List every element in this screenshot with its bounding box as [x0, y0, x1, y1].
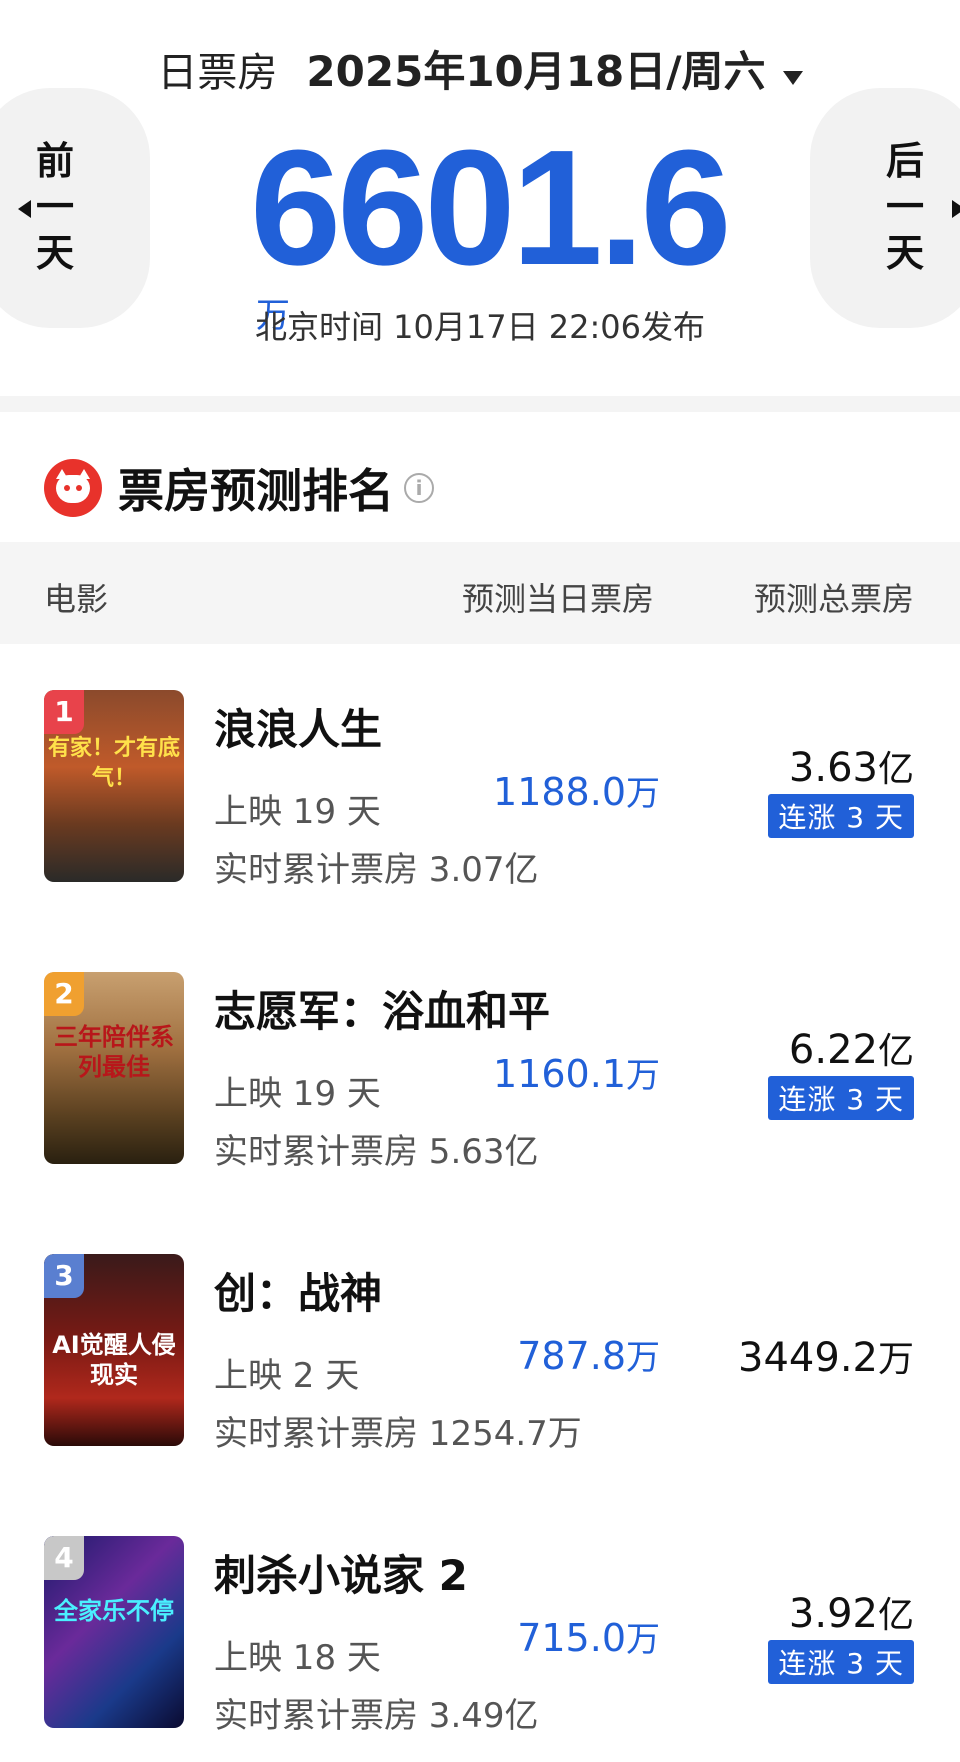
predicted-daily: 1188.0万	[493, 766, 660, 815]
daily-total-value: 6601.6	[250, 116, 732, 299]
next-day-label: 后一天	[885, 139, 924, 275]
movie-title: 刺杀小说家 2	[214, 1551, 468, 1600]
predicted-total: 3.92亿	[789, 1586, 914, 1638]
predicted-daily-value: 787.8	[517, 1334, 626, 1378]
predicted-total-unit: 亿	[877, 1595, 914, 1636]
predicted-daily-unit: 万	[626, 1338, 660, 1378]
rank-badge: 3	[44, 1254, 84, 1298]
maoyan-cat-icon	[44, 459, 102, 517]
column-movie: 电影	[44, 580, 109, 618]
predicted-total: 3449.2万	[738, 1330, 914, 1382]
cumulative-box-office: 实时累计票房 1254.7万	[214, 1414, 582, 1454]
poster-text: 全家乐不停	[54, 1597, 174, 1625]
predicted-daily: 1160.1万	[493, 1048, 660, 1097]
publish-info: 北京时间 10月17日 22:06发布	[254, 308, 705, 346]
predicted-daily-unit: 万	[626, 774, 660, 814]
movie-row[interactable]: AI觉醒人侵现实 3 创：战神 上映 2 天 实时累计票房 1254.7万 78…	[0, 1254, 960, 1454]
release-days: 上映 18 天	[214, 1638, 381, 1678]
table-header: 电影 预测当日票房 预测总票房	[0, 542, 960, 644]
release-days: 上映 19 天	[214, 792, 381, 832]
poster-text: AI觉醒人侵现实	[52, 1331, 176, 1389]
section-title: 票房预测排名	[118, 464, 394, 518]
movie-title: 创：战神	[214, 1269, 383, 1318]
section-divider	[0, 396, 960, 412]
movie-poster: 三年陪伴系列最佳 2	[44, 972, 184, 1164]
cumulative-box-office: 实时累计票房 5.63亿	[214, 1132, 539, 1172]
movie-poster: 全家乐不停 4	[44, 1536, 184, 1728]
predicted-total: 3.63亿	[789, 740, 914, 792]
movie-row[interactable]: 有家！才有底气！ 1 浪浪人生 上映 19 天 实时累计票房 3.07亿 118…	[0, 690, 960, 890]
column-predicted-daily[interactable]: 预测当日票房	[462, 574, 654, 620]
predicted-total: 6.22亿	[789, 1022, 914, 1074]
predicted-total-unit: 万	[877, 1339, 914, 1380]
predicted-daily-unit: 万	[626, 1056, 660, 1096]
poster-text: 有家！才有底气！	[47, 736, 180, 791]
predicted-total-unit: 亿	[877, 1031, 914, 1072]
date-text[interactable]: 2025年10月18日/周六	[306, 47, 765, 96]
release-days: 上映 19 天	[214, 1074, 381, 1114]
movie-title: 志愿军：浴血和平	[214, 987, 551, 1036]
section-header: 票房预测排名 i	[44, 458, 434, 518]
predicted-total-value: 3.63	[788, 745, 878, 791]
arrow-right-icon	[952, 200, 960, 218]
info-icon[interactable]: i	[404, 473, 434, 503]
cumulative-box-office: 实时累计票房 3.49亿	[214, 1696, 539, 1736]
rank-badge: 2	[44, 972, 84, 1016]
predicted-daily: 787.8万	[517, 1330, 660, 1379]
chevron-down-icon[interactable]	[782, 70, 803, 85]
rank-badge: 1	[44, 690, 84, 734]
movie-poster: AI觉醒人侵现实 3	[44, 1254, 184, 1446]
next-day-button[interactable]: 后一天	[810, 88, 960, 328]
previous-day-label: 前一天	[35, 139, 74, 275]
previous-day-button[interactable]: 前一天	[0, 88, 150, 328]
daily-box-office-label: 日票房	[157, 50, 278, 96]
arrow-left-icon	[18, 200, 31, 218]
poster-text: 三年陪伴系列最佳	[54, 1023, 174, 1081]
movie-row[interactable]: 全家乐不停 4 刺杀小说家 2 上映 18 天 实时累计票房 3.49亿 715…	[0, 1536, 960, 1736]
streak-badge: 连涨 3 天	[768, 1640, 914, 1684]
predicted-total-unit: 亿	[877, 749, 914, 790]
predicted-daily: 715.0万	[517, 1612, 660, 1661]
predicted-daily-unit: 万	[626, 1620, 660, 1660]
cumulative-box-office: 实时累计票房 3.07亿	[214, 850, 539, 890]
streak-badge: 连涨 3 天	[768, 1076, 914, 1120]
streak-badge: 连涨 3 天	[768, 794, 914, 838]
movie-poster: 有家！才有底气！ 1	[44, 690, 184, 882]
predicted-total-value: 3449.2	[738, 1335, 878, 1381]
predicted-daily-value: 715.0	[517, 1616, 626, 1660]
predicted-total-value: 3.92	[788, 1591, 878, 1637]
movie-title: 浪浪人生	[214, 705, 383, 754]
predicted-total-value: 6.22	[788, 1027, 878, 1073]
date-selector[interactable]: 日票房 2025年10月18日/周六	[0, 38, 960, 96]
predicted-daily-value: 1160.1	[493, 1052, 626, 1096]
movie-row[interactable]: 三年陪伴系列最佳 2 志愿军：浴血和平 上映 19 天 实时累计票房 5.63亿…	[0, 972, 960, 1172]
column-predicted-total[interactable]: 预测总票房	[754, 574, 914, 620]
rank-badge: 4	[44, 1536, 84, 1580]
predicted-daily-value: 1188.0	[493, 770, 626, 814]
release-days: 上映 2 天	[214, 1356, 360, 1396]
